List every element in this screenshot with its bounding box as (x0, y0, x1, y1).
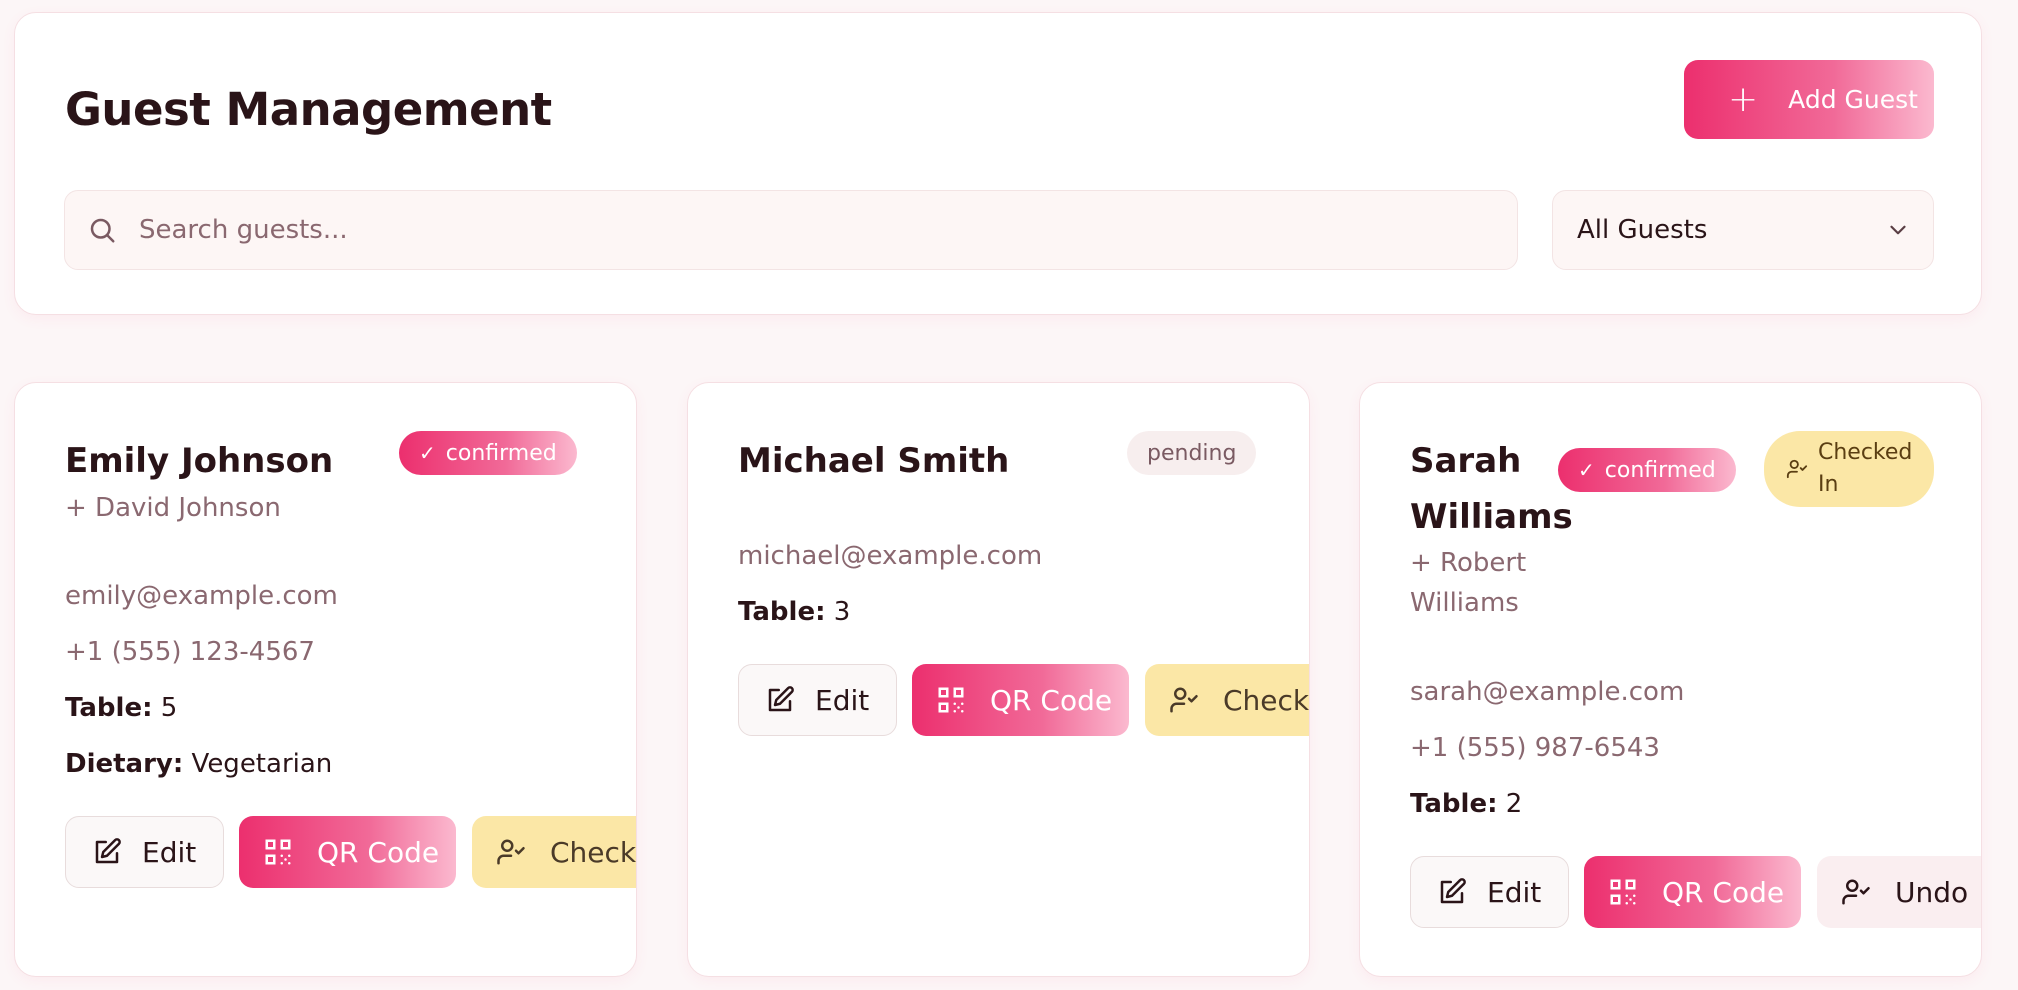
plus-one-name: + Robert Williams (1410, 543, 1526, 623)
edit-icon (1440, 878, 1466, 904)
guest-name: Emily Johnson (65, 441, 334, 481)
guest-email: emily@example.com (65, 581, 338, 611)
edit-label: Edit (142, 835, 197, 869)
qr-code-icon (938, 687, 964, 713)
table-value: 2 (1505, 789, 1523, 819)
guest-table: Table: 5 (65, 688, 177, 728)
plus-one-line1: + Robert (1410, 548, 1527, 578)
search-icon (90, 218, 115, 243)
checked-in-badge: Checked In (1764, 431, 1935, 507)
qr-code-label: QR Code (990, 683, 1113, 717)
checked-in-line2: In (1818, 472, 1839, 497)
status-badge: pending (1127, 431, 1257, 475)
qr-code-icon (265, 839, 291, 865)
check-icon: ✓ (1578, 458, 1595, 482)
dietary-value: Vegetarian (191, 749, 333, 779)
undo-check-in-button[interactable]: Undo (1817, 856, 1981, 928)
guest-management-header: Guest Management + Add Guest All Guests (14, 12, 1982, 315)
guest-email: michael@example.com (738, 541, 1043, 571)
guest-email: sarah@example.com (1410, 677, 1685, 707)
plus-one-name: + David Johnson (65, 493, 281, 523)
status-label: confirmed (1604, 457, 1716, 483)
guest-table: Table: 3 (738, 592, 850, 632)
status-label: confirmed (445, 440, 557, 466)
user-check-icon (1842, 879, 1870, 905)
guest-name: Sarah Williams (1410, 433, 1573, 545)
edit-label: Edit (1487, 875, 1542, 909)
filter-selected-value: All Guests (1577, 215, 1708, 245)
table-label: Table: (1410, 789, 1498, 819)
qr-code-label: QR Code (317, 835, 440, 869)
guest-dietary: Dietary: Vegetarian (65, 744, 332, 784)
table-label: Table: (738, 597, 826, 627)
status-label: pending (1147, 440, 1237, 466)
guest-filter-select[interactable]: All Guests (1552, 190, 1934, 270)
search-box[interactable] (64, 190, 1518, 270)
edit-button[interactable]: Edit (65, 816, 224, 888)
plus-icon: + (1728, 78, 1759, 120)
edit-button[interactable]: Edit (1410, 856, 1569, 928)
check-in-button[interactable]: Check (1145, 664, 1310, 736)
edit-label: Edit (815, 683, 870, 717)
qr-code-button[interactable]: QR Code (912, 664, 1129, 736)
check-icon: ✓ (419, 441, 436, 465)
table-value: 3 (833, 597, 851, 627)
guest-name-line1: Sarah (1410, 441, 1522, 481)
user-check-icon (1786, 459, 1808, 479)
guest-phone: +1 (555) 987-6543 (1410, 733, 1660, 763)
edit-icon (768, 686, 794, 712)
guest-name-line2: Williams (1410, 497, 1573, 537)
table-label: Table: (65, 693, 153, 723)
search-input[interactable] (139, 215, 1439, 245)
guest-table: Table: 2 (1410, 784, 1522, 824)
edit-button[interactable]: Edit (738, 664, 897, 736)
guest-phone: +1 (555) 123-4567 (65, 637, 315, 667)
chevron-down-icon (1890, 225, 1906, 235)
check-in-label: Check (1223, 683, 1310, 717)
check-in-label: Check (550, 835, 637, 869)
check-in-button[interactable]: Check (472, 816, 637, 888)
status-badge: ✓ confirmed (1558, 448, 1736, 492)
qr-code-button[interactable]: QR Code (1584, 856, 1801, 928)
qr-code-icon (1610, 879, 1636, 905)
user-check-icon (1170, 687, 1198, 713)
dietary-label: Dietary: (65, 749, 184, 779)
status-badge: ✓ confirmed (399, 431, 577, 475)
guest-card: Michael Smith pending michael@example.co… (687, 382, 1310, 977)
user-check-icon (497, 839, 525, 865)
table-value: 5 (160, 693, 178, 723)
qr-code-button[interactable]: QR Code (239, 816, 456, 888)
guest-name: Michael Smith (738, 441, 1010, 481)
qr-code-label: QR Code (1662, 875, 1785, 909)
guest-card: Emily Johnson ✓ confirmed + David Johnso… (14, 382, 637, 977)
checked-in-line1: Checked (1818, 440, 1913, 465)
edit-icon (95, 838, 121, 864)
undo-label: Undo (1895, 875, 1969, 909)
guest-card: Sarah Williams ✓ confirmed Checked In + … (1359, 382, 1982, 977)
page-title: Guest Management (65, 83, 552, 136)
add-guest-button[interactable]: + Add Guest (1684, 60, 1934, 139)
add-guest-label: Add Guest (1788, 85, 1918, 114)
plus-one-line2: Williams (1410, 588, 1519, 618)
